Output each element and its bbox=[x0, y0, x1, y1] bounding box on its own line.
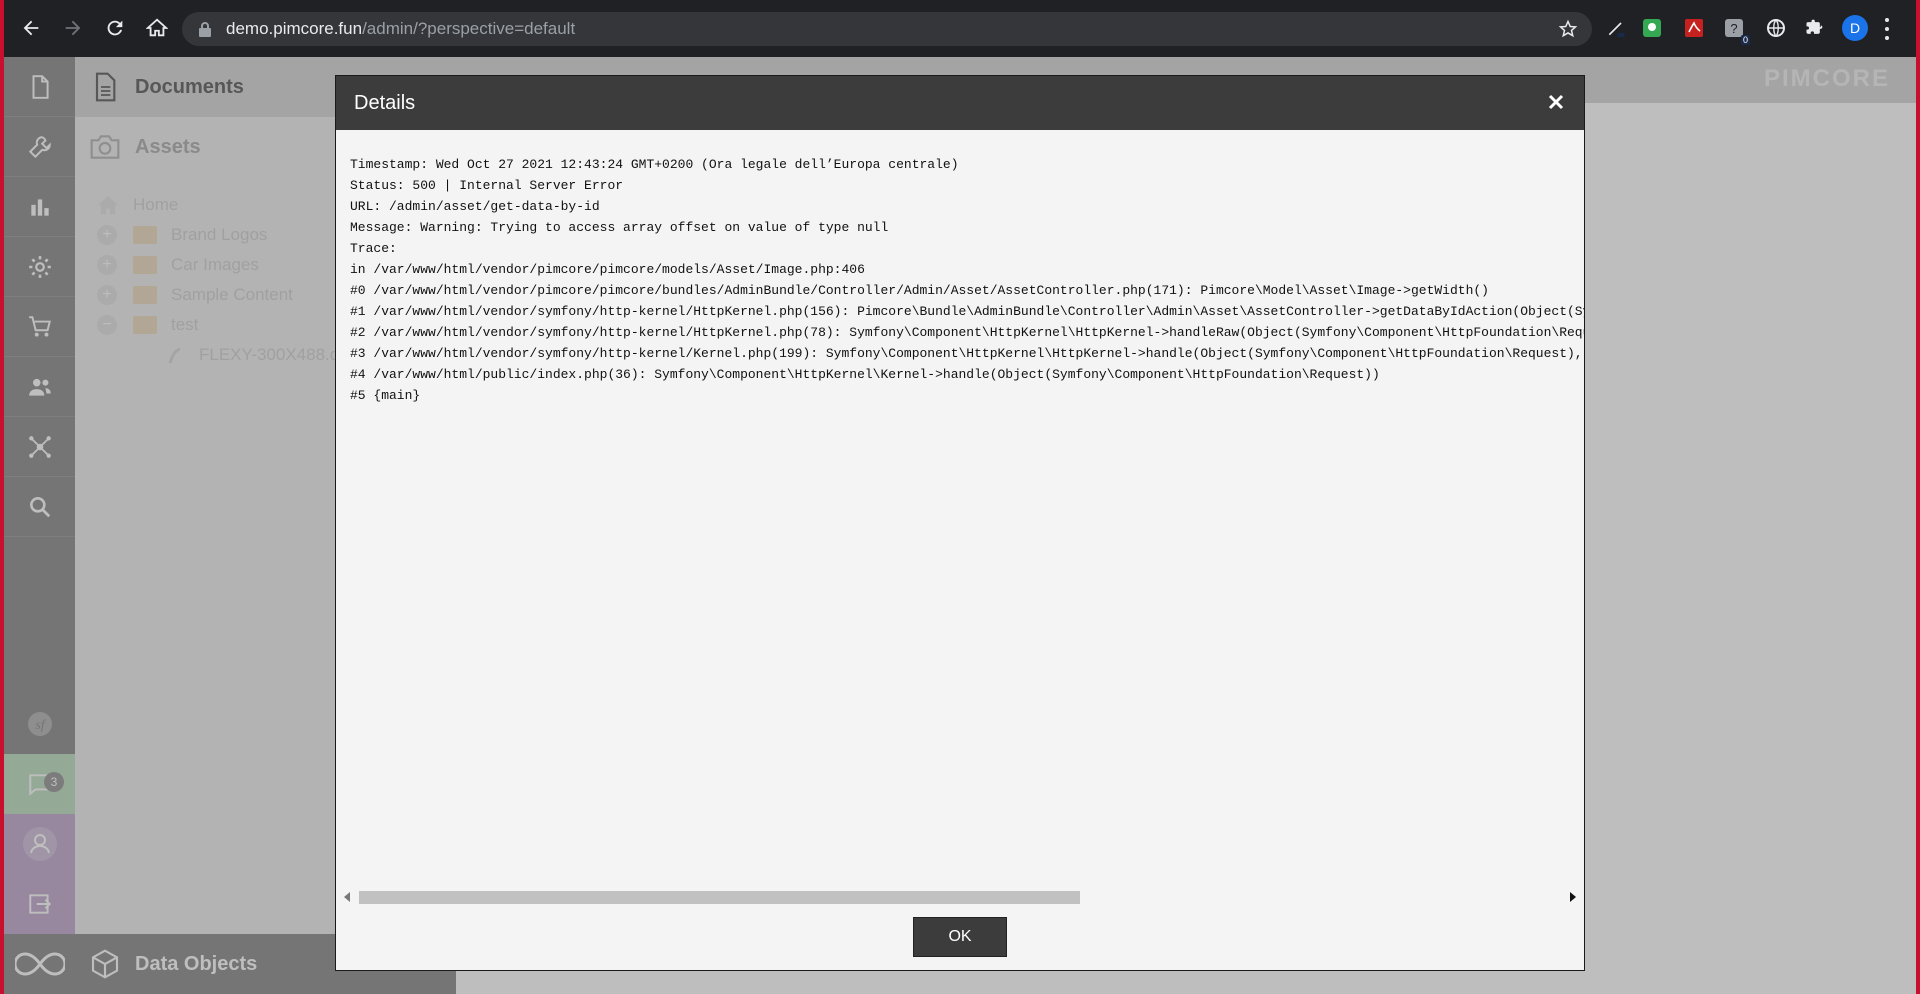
dialog-body[interactable]: Timestamp: Wed Oct 27 2021 12:43:24 GMT+… bbox=[336, 130, 1584, 890]
log-line: Status: 500 | Internal Server Error bbox=[350, 178, 624, 193]
pen-icon bbox=[1608, 22, 1625, 38]
star-icon bbox=[1558, 19, 1578, 38]
extension-help-button[interactable]: ? 0 bbox=[1720, 14, 1750, 45]
url-path: /admin/?perspective=default bbox=[362, 19, 576, 38]
ok-button[interactable]: OK bbox=[913, 917, 1007, 957]
url-host: demo.pimcore.fun bbox=[226, 19, 363, 38]
address-bar[interactable]: demo.pimcore.fun/admin/?perspective=defa… bbox=[182, 12, 1592, 46]
log-line: #4 /var/www/html/public/index.php(36): S… bbox=[350, 367, 1380, 382]
home-icon bbox=[146, 18, 168, 37]
globe-icon bbox=[1767, 19, 1785, 37]
extension-globe-button[interactable] bbox=[1762, 14, 1790, 42]
log-line: Message: Warning: Trying to access array… bbox=[350, 220, 889, 235]
reload-button[interactable] bbox=[94, 7, 136, 49]
scrollbar-thumb[interactable] bbox=[359, 891, 1080, 904]
puzzle-icon bbox=[1806, 19, 1823, 34]
log-line: Timestamp: Wed Oct 27 2021 12:43:24 GMT+… bbox=[350, 157, 959, 172]
reload-icon bbox=[107, 20, 123, 36]
extension-pen-button[interactable] bbox=[1602, 14, 1630, 42]
arrow-right-icon bbox=[65, 20, 81, 36]
browser-menu-button[interactable] bbox=[1884, 18, 1890, 40]
lock-icon bbox=[199, 22, 211, 37]
green-extension-icon bbox=[1643, 19, 1661, 37]
pdf-icon bbox=[1685, 19, 1703, 37]
log-line: #0 /var/www/html/vendor/pimcore/pimcore/… bbox=[350, 283, 1489, 298]
extension-green-button[interactable] bbox=[1638, 14, 1666, 42]
details-dialog: Details Timestamp: Wed Oct 27 2021 12:43… bbox=[335, 75, 1585, 971]
log-line: URL: /admin/asset/get-data-by-id bbox=[350, 199, 600, 214]
home-button[interactable] bbox=[136, 7, 178, 49]
extension-pdf-button[interactable] bbox=[1680, 14, 1708, 42]
dialog-close-button[interactable] bbox=[1544, 90, 1568, 114]
extension-badge: 0 bbox=[1740, 35, 1750, 45]
scroll-left-arrow-icon[interactable] bbox=[344, 892, 350, 902]
dialog-header[interactable]: Details bbox=[336, 76, 1584, 130]
back-button[interactable] bbox=[10, 7, 52, 49]
forward-button[interactable] bbox=[52, 7, 94, 49]
bookmark-star-button[interactable] bbox=[1558, 19, 1578, 44]
profile-avatar-button[interactable]: D bbox=[1842, 15, 1868, 41]
dialog-footer: OK bbox=[336, 908, 1584, 970]
desktop-frame-right bbox=[1916, 0, 1920, 994]
log-line: #1 /var/www/html/vendor/symfony/http-ker… bbox=[350, 304, 1584, 319]
log-line: #3 /var/www/html/vendor/symfony/http-ker… bbox=[350, 346, 1584, 361]
arrow-left-icon bbox=[23, 20, 39, 36]
svg-text:?: ? bbox=[1730, 21, 1737, 36]
log-line: Trace: bbox=[350, 241, 397, 256]
extensions-menu-button[interactable] bbox=[1800, 14, 1828, 42]
scroll-right-arrow-icon[interactable] bbox=[1570, 892, 1576, 902]
horizontal-scrollbar[interactable] bbox=[336, 888, 1584, 906]
browser-toolbar: demo.pimcore.fun/admin/?perspective=defa… bbox=[4, 0, 1916, 57]
dialog-title: Details bbox=[354, 91, 416, 114]
log-line: in /var/www/html/vendor/pimcore/pimcore/… bbox=[350, 262, 865, 277]
close-icon bbox=[1548, 94, 1564, 110]
log-line: #2 /var/www/html/vendor/symfony/http-ker… bbox=[350, 325, 1584, 340]
log-line: #5 {main} bbox=[350, 388, 421, 403]
error-log: Timestamp: Wed Oct 27 2021 12:43:24 GMT+… bbox=[350, 154, 1584, 406]
